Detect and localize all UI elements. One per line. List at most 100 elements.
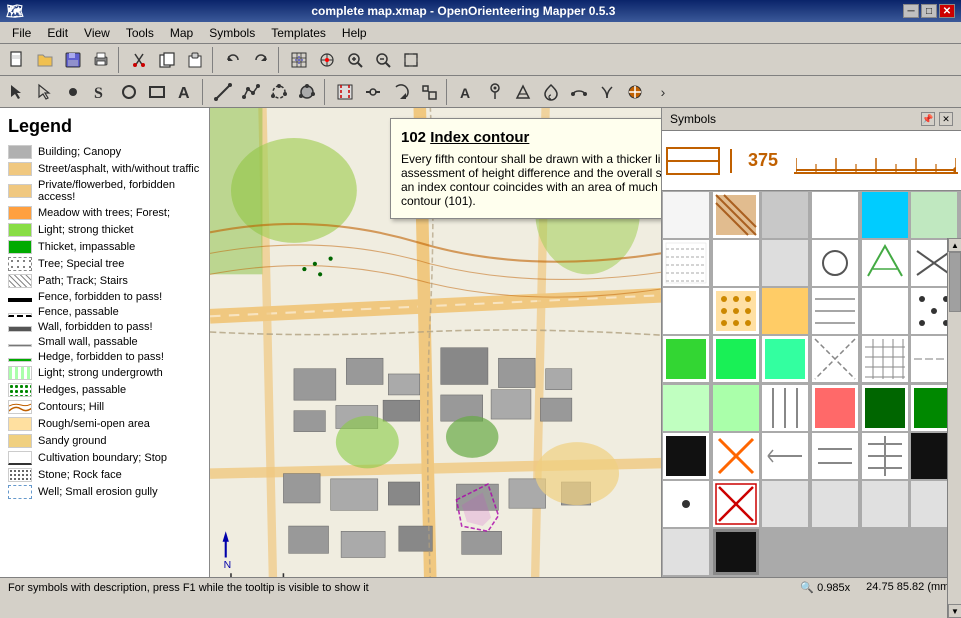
symbol-cell[interactable] bbox=[663, 385, 709, 431]
symbol-cell[interactable] bbox=[862, 336, 908, 382]
symbol-cell[interactable] bbox=[762, 288, 808, 334]
symbol-cell[interactable] bbox=[862, 433, 908, 479]
redo-button[interactable] bbox=[248, 47, 274, 73]
symbol-cell[interactable] bbox=[812, 288, 858, 334]
symbol-cell[interactable] bbox=[713, 336, 759, 382]
cut-area-tool[interactable] bbox=[332, 79, 358, 105]
symbol-cell[interactable] bbox=[663, 288, 709, 334]
symbol-cell[interactable] bbox=[713, 529, 759, 575]
symbol-cell[interactable] bbox=[812, 433, 858, 479]
fill-tool[interactable] bbox=[294, 79, 320, 105]
area-tool[interactable] bbox=[266, 79, 292, 105]
minimize-button[interactable]: ─ bbox=[903, 4, 919, 18]
symbol-cell[interactable] bbox=[762, 336, 808, 382]
connect-tool[interactable] bbox=[360, 79, 386, 105]
symbol-cell[interactable] bbox=[762, 192, 808, 238]
symbol-cell[interactable] bbox=[762, 385, 808, 431]
pattern-tool[interactable] bbox=[510, 79, 536, 105]
menu-view[interactable]: View bbox=[76, 24, 118, 42]
scroll-down-button[interactable]: ▼ bbox=[948, 604, 961, 618]
type-tool[interactable]: A bbox=[172, 79, 198, 105]
zoom-in-button[interactable] bbox=[342, 47, 368, 73]
symbol-cell[interactable] bbox=[762, 481, 808, 527]
menu-templates[interactable]: Templates bbox=[263, 24, 334, 42]
symbol-cell[interactable] bbox=[911, 192, 957, 238]
rect-tool[interactable] bbox=[144, 79, 170, 105]
text-tool[interactable]: S bbox=[88, 79, 114, 105]
scroll-thumb[interactable] bbox=[949, 252, 961, 312]
symbol-cell[interactable] bbox=[812, 481, 858, 527]
symbol-cell[interactable] bbox=[812, 385, 858, 431]
symbol-cell[interactable] bbox=[713, 433, 759, 479]
symbol-cell[interactable] bbox=[812, 192, 858, 238]
symbol-cell[interactable] bbox=[663, 192, 709, 238]
symbol-cell[interactable] bbox=[663, 433, 709, 479]
copy-button[interactable] bbox=[154, 47, 180, 73]
symbol-select-tool[interactable] bbox=[622, 79, 648, 105]
tag-tool[interactable] bbox=[482, 79, 508, 105]
symbol-cell[interactable] bbox=[713, 481, 759, 527]
symbol-cell[interactable] bbox=[762, 433, 808, 479]
cut-button[interactable] bbox=[126, 47, 152, 73]
contour-tool[interactable] bbox=[566, 79, 592, 105]
save-button[interactable] bbox=[60, 47, 86, 73]
line-tool[interactable] bbox=[210, 79, 236, 105]
edit-tool[interactable] bbox=[32, 79, 58, 105]
undo-button[interactable] bbox=[220, 47, 246, 73]
scale-tool[interactable] bbox=[416, 79, 442, 105]
symbol-cell[interactable] bbox=[862, 385, 908, 431]
symbol-cell[interactable] bbox=[862, 481, 908, 527]
paste-button[interactable] bbox=[182, 47, 208, 73]
symbols-pin-button[interactable]: 📌 bbox=[921, 112, 935, 126]
rotate-tool[interactable] bbox=[388, 79, 414, 105]
legend-label: Tree; Special tree bbox=[38, 258, 124, 270]
maximize-button[interactable]: □ bbox=[921, 4, 937, 18]
zoom-out-button[interactable] bbox=[370, 47, 396, 73]
fullscreen-button[interactable] bbox=[398, 47, 424, 73]
new-button[interactable] bbox=[4, 47, 30, 73]
menu-help[interactable]: Help bbox=[334, 24, 375, 42]
symbol-cell[interactable] bbox=[862, 192, 908, 238]
menu-edit[interactable]: Edit bbox=[39, 24, 76, 42]
symbol-cell[interactable] bbox=[663, 481, 709, 527]
symbols-grid bbox=[662, 191, 961, 577]
point-tool[interactable] bbox=[60, 79, 86, 105]
menu-symbols[interactable]: Symbols bbox=[201, 24, 263, 42]
split-tool[interactable] bbox=[594, 79, 620, 105]
georef-button[interactable] bbox=[314, 47, 340, 73]
symbol-cell[interactable] bbox=[713, 240, 759, 286]
map-area[interactable]: 102 Index contour Every fifth contour sh… bbox=[210, 108, 661, 577]
circle-tool[interactable] bbox=[116, 79, 142, 105]
measure-tool[interactable]: A bbox=[454, 79, 480, 105]
symbol-cell[interactable] bbox=[663, 336, 709, 382]
symbol-cell[interactable] bbox=[812, 240, 858, 286]
legend-swatch bbox=[8, 326, 32, 332]
symbol-cell[interactable] bbox=[663, 529, 709, 575]
legend-label: Light; strong undergrowth bbox=[38, 367, 163, 379]
symbol-cell[interactable] bbox=[862, 240, 908, 286]
close-button[interactable]: ✕ bbox=[939, 4, 955, 18]
svg-text:S: S bbox=[94, 85, 103, 101]
list-item: Rough/semi-open area bbox=[8, 417, 201, 431]
symbol-cell[interactable] bbox=[762, 240, 808, 286]
more-tools[interactable]: › bbox=[650, 79, 676, 105]
symbols-close-button[interactable]: ✕ bbox=[939, 112, 953, 126]
symbols-scrollbar[interactable]: ▲ ▼ bbox=[947, 238, 961, 618]
symbol-cell[interactable] bbox=[713, 385, 759, 431]
legend-label: Meadow with trees; Forest; bbox=[38, 207, 170, 219]
select-tool[interactable] bbox=[4, 79, 30, 105]
menu-map[interactable]: Map bbox=[162, 24, 201, 42]
scroll-up-button[interactable]: ▲ bbox=[948, 238, 961, 252]
menu-file[interactable]: File bbox=[4, 24, 39, 42]
menu-tools[interactable]: Tools bbox=[118, 24, 162, 42]
symbol-cell[interactable] bbox=[713, 288, 759, 334]
open-button[interactable] bbox=[32, 47, 58, 73]
paint-tool[interactable] bbox=[538, 79, 564, 105]
symbol-cell[interactable] bbox=[713, 192, 759, 238]
grid-button[interactable] bbox=[286, 47, 312, 73]
symbol-cell[interactable] bbox=[862, 288, 908, 334]
polyline-tool[interactable] bbox=[238, 79, 264, 105]
symbol-cell[interactable] bbox=[663, 240, 709, 286]
print-button[interactable] bbox=[88, 47, 114, 73]
symbol-cell[interactable] bbox=[812, 336, 858, 382]
